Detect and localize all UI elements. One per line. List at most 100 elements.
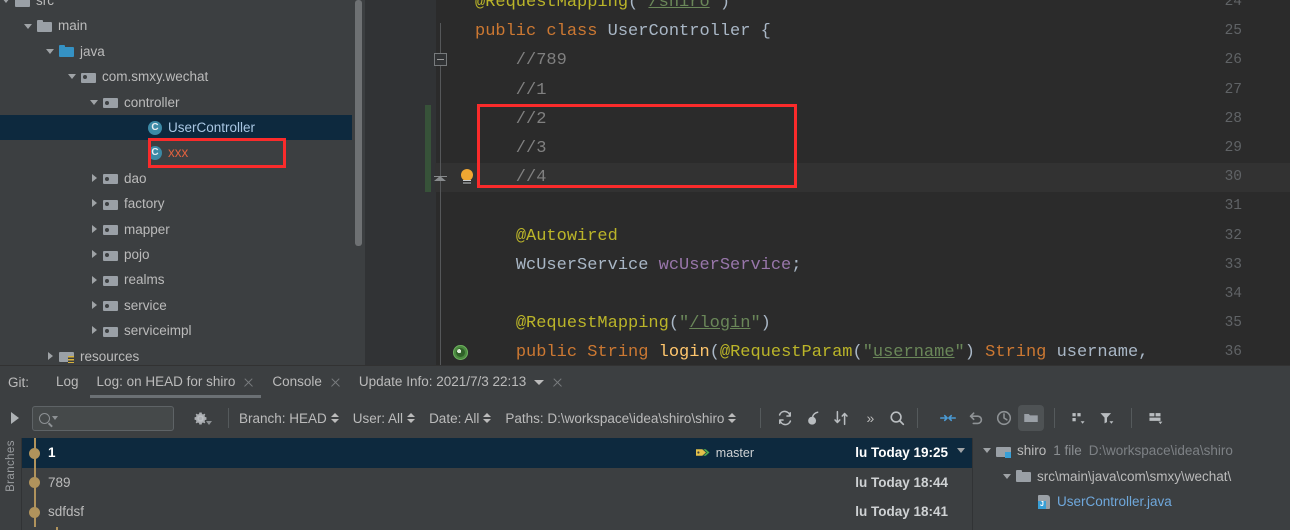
log-filter-date[interactable]: Date: All [429, 411, 492, 426]
code-line[interactable]: public class UserController { [475, 17, 771, 46]
tree-item-com-smxy-wechat[interactable]: com.smxy.wechat [0, 64, 360, 89]
git-tab-log-on-head-for-shiro[interactable]: Log: on HEAD for shiro [88, 366, 264, 398]
chevron-right-icon[interactable] [88, 274, 101, 287]
chevron-right-icon[interactable] [44, 350, 57, 363]
branch-ref-badge[interactable]: master [695, 446, 754, 460]
chevron-down-icon[interactable] [0, 0, 13, 7]
tree-item-controller[interactable]: controller [0, 90, 360, 115]
refresh-button[interactable] [771, 398, 799, 438]
history-button[interactable] [990, 398, 1018, 438]
chevron-down-icon[interactable] [1001, 470, 1014, 483]
updown-chevron-icon[interactable] [407, 413, 416, 423]
git-tab-update-info-2021-7-3-22-13[interactable]: Update Info: 2021/7/3 22:13 [350, 366, 572, 398]
chevron-right-icon[interactable] [88, 299, 101, 312]
chevron-down-icon[interactable] [44, 45, 57, 58]
fold-end-icon[interactable] [434, 172, 447, 183]
filter-button[interactable] [1093, 398, 1121, 438]
tree-item-xxx[interactable]: xxx [0, 140, 360, 165]
log-search-box[interactable] [32, 405, 174, 431]
chevron-down-icon[interactable] [981, 444, 994, 457]
changed-file-row[interactable]: UserController.java [973, 489, 1290, 515]
expand-sidebar-button[interactable] [0, 398, 30, 438]
chevron-down-icon[interactable] [52, 416, 58, 420]
group-by-button[interactable] [1065, 398, 1093, 438]
project-tree-scrollbar-thumb[interactable] [355, 0, 362, 246]
tree-item-resources[interactable]: resources [0, 344, 360, 365]
search-button[interactable] [883, 398, 911, 438]
code-line[interactable]: public String login(@RequestParam("usern… [475, 338, 1149, 365]
request-mapping-gutter-icon[interactable] [453, 345, 468, 361]
chevron-down-icon[interactable] [22, 20, 35, 33]
settings-gear-button[interactable] [188, 398, 218, 438]
more-options-button[interactable]: » [855, 398, 883, 438]
close-icon[interactable] [330, 377, 341, 388]
chevron-down-icon[interactable] [66, 70, 79, 83]
updown-chevron-icon[interactable] [330, 413, 339, 423]
commit-row[interactable]: 1 master lu Today 19:25 [22, 438, 972, 468]
chevron-down-icon[interactable] [88, 96, 101, 109]
changed-files-panel[interactable]: shiro 1 file D:\workspace\idea\shiro src\ma… [972, 438, 1290, 530]
chevron-right-icon[interactable] [88, 248, 101, 261]
mod-folder-icon [996, 443, 1012, 459]
git-tab-console[interactable]: Console [263, 366, 350, 398]
tree-item-src[interactable]: src [0, 0, 360, 13]
git-tab-label: Log: on HEAD for shiro [96, 374, 236, 389]
tree-item-main[interactable]: main [0, 13, 360, 38]
code-line[interactable]: //2 [475, 105, 547, 134]
updown-chevron-icon[interactable] [483, 413, 492, 423]
history-icon [997, 410, 1012, 426]
tree-item-pojo[interactable]: pojo [0, 242, 360, 267]
code-line[interactable]: WcUserService wcUserService; [475, 251, 802, 280]
chevron-right-icon[interactable] [88, 324, 101, 337]
layout-button[interactable] [1142, 398, 1170, 438]
chevron-down-icon[interactable] [955, 444, 968, 457]
sort-button[interactable] [827, 398, 855, 438]
code-line[interactable]: //1 [475, 76, 547, 105]
commit-graph-node [29, 447, 40, 459]
tree-item-service[interactable]: service [0, 293, 360, 318]
chevron-right-icon[interactable] [88, 172, 101, 185]
code-line[interactable]: @RequestMapping("/shiro") [475, 0, 730, 17]
git-tab-log[interactable]: Log [47, 366, 88, 398]
fold-collapse-icon[interactable] [434, 53, 447, 67]
project-tool-window[interactable]: src main java com.smxy.wechat controller User… [0, 0, 360, 365]
chevron-right-icon[interactable] [88, 197, 101, 210]
tree-item-mapper[interactable]: mapper [0, 217, 360, 242]
commit-row[interactable]: sdfdsf lu Today 18:41 [22, 497, 972, 527]
tree-item-dao[interactable]: dao [0, 166, 360, 191]
log-filter-paths[interactable]: Paths: D:\workspace\idea\shiro\shiro [505, 411, 737, 426]
chevron-down-icon[interactable] [534, 379, 545, 385]
intention-bulb-icon[interactable] [459, 169, 475, 186]
vcs-change-marker[interactable] [425, 104, 431, 193]
changed-file-row[interactable]: src\main\java\com\smxy\wechat\ [973, 464, 1290, 490]
tree-item-realms[interactable]: realms [0, 267, 360, 292]
log-filter-user[interactable]: User: All [353, 411, 416, 426]
revert-button[interactable] [962, 398, 990, 438]
log-filter-branch[interactable]: Branch: HEAD [239, 411, 339, 426]
tree-item-serviceimpl[interactable]: serviceimpl [0, 318, 360, 343]
tree-item-usercontroller[interactable]: UserController [0, 115, 360, 141]
code-line[interactable]: //4 [475, 163, 547, 192]
close-icon[interactable] [552, 377, 563, 388]
collapse-all-button[interactable] [934, 398, 962, 438]
branches-side-tab[interactable]: Branches [0, 438, 22, 530]
commit-list[interactable]: 1 master lu Today 19:25 789 lu Today 18:44 sd… [22, 438, 972, 530]
chevron-right-icon[interactable] [88, 223, 101, 236]
git-window-label: Git: [8, 374, 30, 390]
code-line[interactable]: @Autowired [475, 222, 618, 251]
code-editor[interactable]: 24 @RequestMapping("/shiro") 25 public clas… [365, 0, 1290, 365]
code-line[interactable]: @RequestMapping("/login") [475, 309, 771, 338]
commit-row[interactable]: 789 lu Today 18:44 [22, 467, 972, 497]
code-line[interactable]: //3 [475, 134, 547, 163]
changed-file-label: shiro [1017, 443, 1047, 459]
gear-dropdown-icon[interactable] [205, 421, 212, 425]
close-icon[interactable] [243, 377, 254, 388]
tree-item-factory[interactable]: factory [0, 191, 360, 216]
tree-item-java[interactable]: java [0, 39, 360, 64]
updown-chevron-icon[interactable] [728, 413, 737, 423]
code-line[interactable]: //789 [475, 46, 567, 75]
top-area: src main java com.smxy.wechat controller User… [0, 0, 1290, 365]
cherry-pick-button[interactable] [799, 398, 827, 438]
changed-file-row[interactable]: shiro 1 file D:\workspace\idea\shiro [973, 438, 1290, 464]
show-directories-toggle[interactable] [1018, 405, 1045, 431]
